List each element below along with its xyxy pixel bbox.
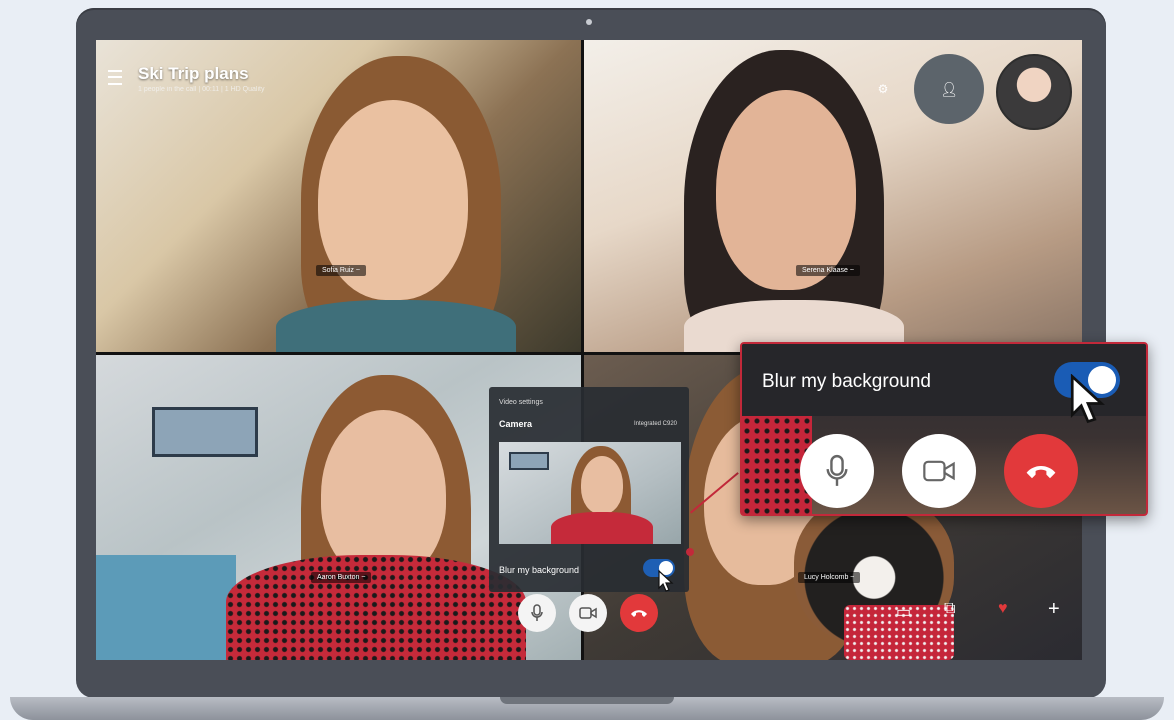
name-tag-2: Serena Klaase ~: [796, 265, 860, 276]
plus-icon[interactable]: +: [1048, 598, 1060, 621]
background-object: [96, 555, 236, 660]
video-settings-panel: Video settings Camera Integrated C920 Bl…: [489, 387, 689, 592]
preview-wall-frame: [509, 452, 549, 470]
preview-face: [581, 456, 623, 514]
wall-frame: [152, 407, 258, 457]
participant-body: [276, 300, 516, 352]
end-call-icon: [631, 610, 647, 617]
callout-video-button[interactable]: [902, 434, 976, 508]
mute-button[interactable]: [518, 594, 556, 632]
callout-end-call-button[interactable]: [1004, 434, 1078, 508]
callout-mute-button[interactable]: [800, 434, 874, 508]
callout-connector-dot: [686, 548, 694, 556]
hamburger-icon[interactable]: [108, 70, 122, 85]
participant-face: [716, 90, 856, 290]
webcam-dot: [586, 19, 592, 25]
end-call-button[interactable]: [620, 594, 658, 632]
video-toggle-button[interactable]: [569, 594, 607, 632]
name-tag-1: Sofia Ruiz ~: [316, 265, 366, 276]
blur-callout-panel: Blur my background: [740, 342, 1148, 516]
settings-icon[interactable]: ⚙: [876, 82, 890, 96]
chat-icon[interactable]: ▭: [896, 602, 911, 622]
video-settings-title: Video settings: [499, 399, 543, 406]
laptop-base-notch: [500, 697, 674, 704]
switch-camera-icon[interactable]: ⧉: [944, 600, 955, 618]
microphone-icon: [531, 604, 543, 621]
preview-body: [551, 512, 653, 544]
add-person-button[interactable]: 👤︎: [914, 54, 984, 124]
video-camera-icon: [579, 607, 597, 619]
microphone-icon: [826, 454, 848, 486]
call-subtitle: 1 people in the call | 00:11 | 1 HD Qual…: [138, 86, 265, 93]
blur-background-label: Blur my background: [499, 565, 580, 575]
participant-body: [226, 555, 526, 660]
heart-icon[interactable]: ♥: [998, 600, 1008, 618]
name-tag-4: Lucy Holcomb ~: [798, 572, 861, 583]
callout-blur-label: Blur my background: [762, 371, 931, 392]
cursor-icon: [1070, 374, 1105, 424]
camera-section-label: Camera: [499, 419, 533, 429]
add-person-icon: 👤︎: [940, 80, 958, 97]
small-cursor-icon: [658, 570, 674, 592]
end-call-icon: [1026, 466, 1056, 479]
camera-device-select[interactable]: Integrated C920: [634, 421, 677, 427]
self-preview-avatar[interactable]: [996, 54, 1072, 130]
name-tag-3: Aaron Buxton ~: [311, 572, 372, 583]
camera-preview: [499, 442, 681, 544]
video-camera-icon: [923, 460, 955, 482]
call-title: Ski Trip plans: [138, 64, 249, 83]
